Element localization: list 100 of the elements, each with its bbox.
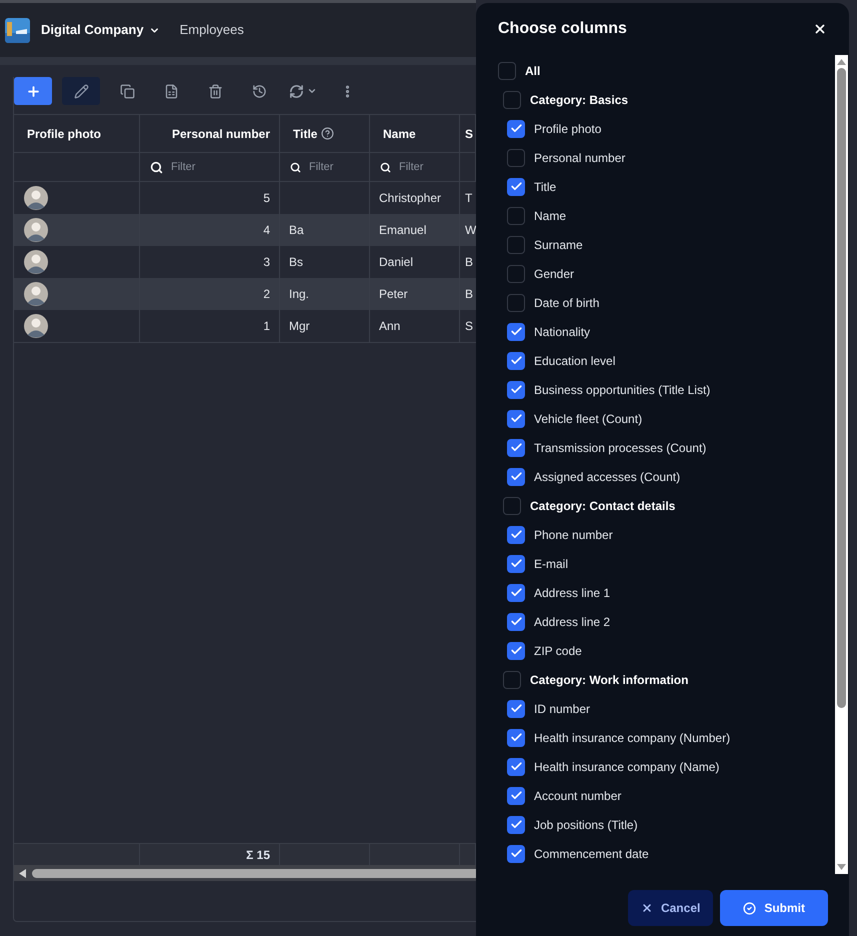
checkbox[interactable] <box>507 728 525 746</box>
checkbox-row[interactable]: Category: Work information <box>498 665 835 694</box>
checkbox-row[interactable]: Personal number <box>498 143 835 172</box>
column-header[interactable]: Name <box>370 115 460 152</box>
checkbox[interactable] <box>503 670 521 688</box>
close-icon[interactable] <box>813 22 827 36</box>
checkbox[interactable] <box>503 90 521 108</box>
checkbox[interactable] <box>507 844 525 862</box>
submit-button[interactable]: Submit <box>720 890 828 926</box>
checkbox-row[interactable]: Title <box>498 172 835 201</box>
check-icon <box>510 325 522 338</box>
checkbox-row[interactable]: Profile photo <box>498 114 835 143</box>
checkbox-row[interactable]: Job positions (Title) <box>498 810 835 839</box>
check-icon <box>510 731 522 744</box>
checkbox[interactable] <box>498 62 516 80</box>
table-cell-text: B <box>464 286 474 303</box>
column-header[interactable]: Title <box>280 115 370 152</box>
table-cell-text: T <box>464 190 474 207</box>
checkbox-row[interactable]: Health insurance company (Name) <box>498 752 835 781</box>
checkbox[interactable] <box>507 584 525 602</box>
filter-field[interactable]: Filter <box>171 158 231 176</box>
page-title: Employees <box>180 21 244 40</box>
checkbox-row[interactable]: Commencement date <box>498 839 835 868</box>
checkbox[interactable] <box>507 816 525 834</box>
checkbox[interactable] <box>507 526 525 544</box>
spreadsheet-icon <box>164 84 178 98</box>
checkbox[interactable] <box>507 206 525 224</box>
avatar <box>24 186 48 210</box>
checkbox-row[interactable]: Phone number <box>498 520 835 549</box>
avatar <box>24 314 48 338</box>
check-icon <box>510 818 522 831</box>
checkbox-row[interactable]: Transmission processes (Count) <box>498 433 835 462</box>
checkbox-row[interactable]: Account number <box>498 781 835 810</box>
column-header[interactable]: Personal number <box>140 115 280 152</box>
checkbox-row[interactable]: Category: Contact details <box>498 491 835 520</box>
column-header[interactable]: Profile photo <box>14 115 140 152</box>
checkbox-row[interactable]: Education level <box>498 346 835 375</box>
table-cell-text: B <box>464 254 474 271</box>
check-icon <box>510 528 522 541</box>
table-cell: Mgr <box>280 310 370 342</box>
panel-title: Choose columns <box>498 19 627 39</box>
checkbox-row[interactable]: Business opportunities (Title List) <box>498 375 835 404</box>
checkbox-row[interactable]: Vehicle fleet (Count) <box>498 404 835 433</box>
checkbox[interactable] <box>507 380 525 398</box>
checkbox-row[interactable]: Health insurance company (Number) <box>498 723 835 752</box>
checkbox-row[interactable]: Surname <box>498 230 835 259</box>
edit-button[interactable] <box>62 77 100 105</box>
checkbox-row[interactable]: All <box>498 56 835 85</box>
checkbox[interactable] <box>507 178 525 196</box>
cancel-button[interactable]: Cancel <box>628 890 714 926</box>
scroll-up-icon[interactable] <box>837 59 846 65</box>
filter-field[interactable]: Filter <box>399 158 459 176</box>
checkbox[interactable] <box>507 438 525 456</box>
company-dropdown[interactable]: Digital Company <box>41 20 160 40</box>
caret-icon <box>307 86 317 96</box>
checkbox[interactable] <box>507 264 525 282</box>
checkbox[interactable] <box>507 758 525 776</box>
search-icon <box>290 160 301 174</box>
checkbox[interactable] <box>507 612 525 630</box>
help-icon[interactable] <box>321 127 334 140</box>
checkbox-row[interactable]: Name <box>498 201 835 230</box>
checkbox-row[interactable]: Category: Basics <box>498 85 835 114</box>
checkbox-row[interactable]: ID number <box>498 694 835 723</box>
column-total: Σ 15 <box>246 846 270 864</box>
checkbox[interactable] <box>507 410 525 428</box>
table-cell-text: W <box>464 222 476 239</box>
check-icon <box>510 354 522 367</box>
checkbox-row[interactable]: Date of birth <box>498 288 835 317</box>
vertical-scrollbar[interactable] <box>835 55 848 874</box>
checkbox[interactable] <box>507 642 525 660</box>
checkbox-row[interactable]: Gender <box>498 259 835 288</box>
table-cell-text: S <box>464 318 474 335</box>
checkbox-row[interactable]: Address line 1 <box>498 578 835 607</box>
checkbox[interactable] <box>503 496 521 514</box>
table-row[interactable]: 4 Ba Emanuel W <box>14 214 476 246</box>
checkbox-row[interactable]: Nationality <box>498 317 835 346</box>
horizontal-scrollbar[interactable] <box>14 865 476 881</box>
check-icon <box>510 412 522 425</box>
checkbox[interactable] <box>507 148 525 166</box>
checkbox-row[interactable]: Assigned accesses (Count) <box>498 462 835 491</box>
checkbox[interactable] <box>507 554 525 572</box>
checkbox[interactable] <box>507 322 525 340</box>
refresh-icon <box>289 84 304 98</box>
checkbox[interactable] <box>507 294 525 312</box>
table-row[interactable]: 2 Ing. Peter B <box>14 278 476 310</box>
add-button[interactable] <box>14 77 52 105</box>
checkbox-row[interactable]: E-mail <box>498 549 835 578</box>
check-icon <box>510 760 522 773</box>
filter-field[interactable]: Filter <box>309 158 369 176</box>
scroll-down-icon[interactable] <box>837 864 846 870</box>
checkbox[interactable] <box>507 786 525 804</box>
checkbox[interactable] <box>507 120 525 138</box>
scroll-left-icon[interactable] <box>19 868 26 878</box>
checkbox-row[interactable]: ZIP code <box>498 636 835 665</box>
checkbox[interactable] <box>507 352 525 370</box>
checkbox[interactable] <box>507 468 525 486</box>
check-icon <box>510 557 522 570</box>
checkbox[interactable] <box>507 236 525 254</box>
checkbox-row[interactable]: Address line 2 <box>498 607 835 636</box>
checkbox[interactable] <box>507 700 525 718</box>
